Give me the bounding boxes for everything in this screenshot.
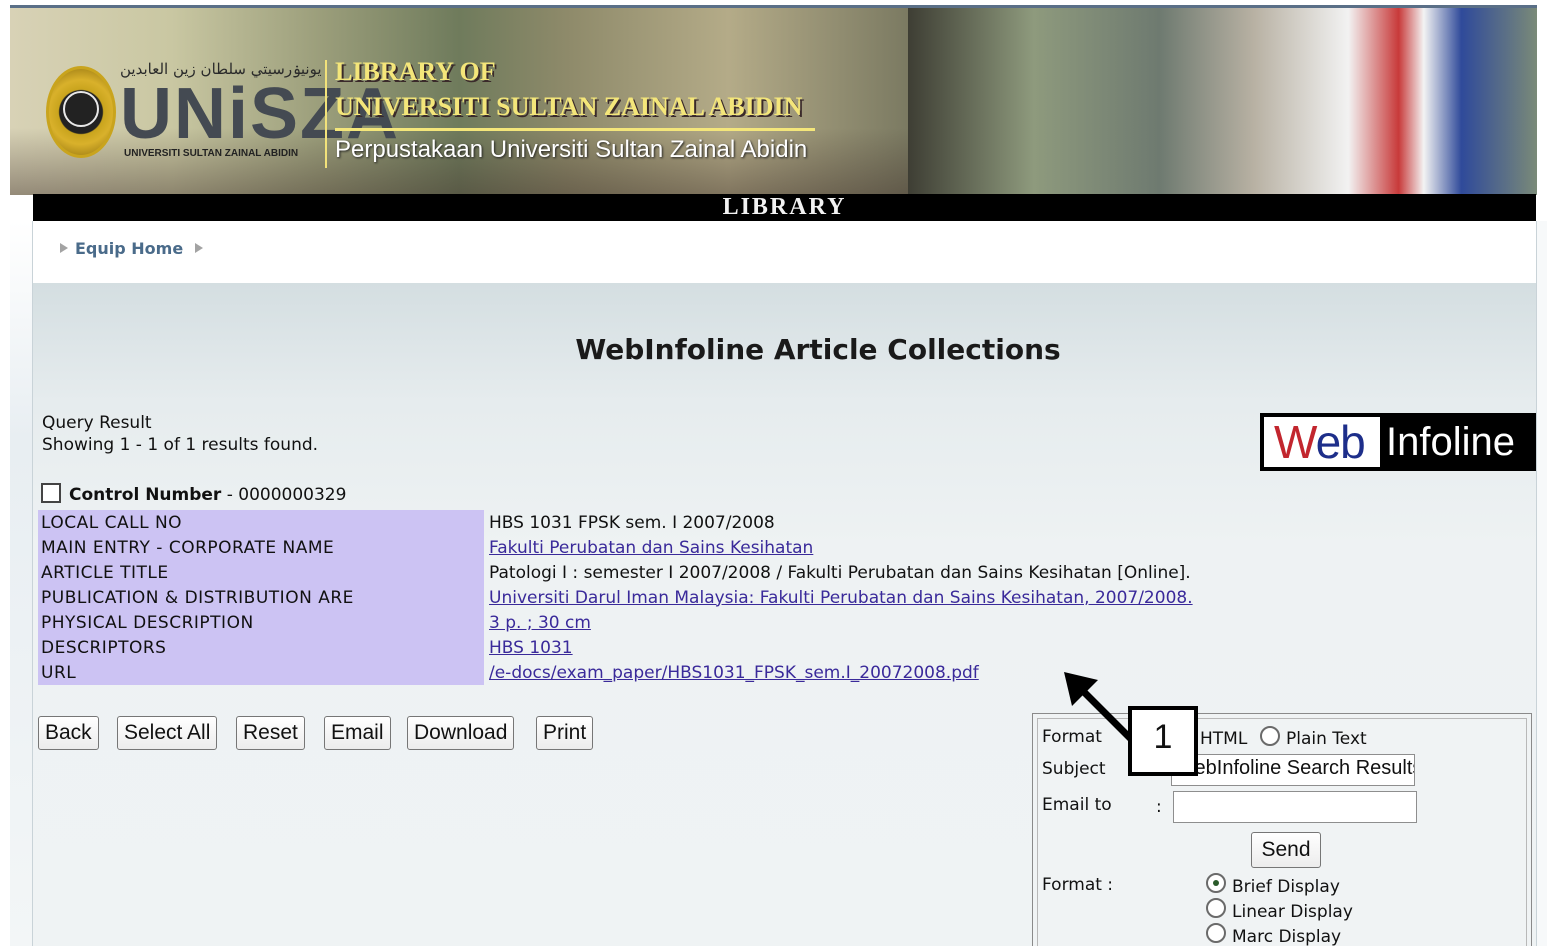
record-field-value-cell: HBS 1031 FPSK sem. I 2007/2008 bbox=[484, 510, 1328, 535]
email-to-colon: : bbox=[1156, 797, 1162, 817]
record-field-value-cell: Fakulti Perubatan dan Sains Kesihatan bbox=[484, 535, 1328, 560]
university-seal-icon bbox=[46, 66, 116, 158]
record-row: PUBLICATION & DISTRIBUTION ARE Universiti… bbox=[38, 585, 1328, 610]
left-frame bbox=[10, 221, 33, 946]
subject-label: Subject bbox=[1042, 759, 1106, 779]
record-row: PHYSICAL DESCRIPTION 3 p. ; 30 cm bbox=[38, 610, 1328, 635]
breadcrumb-arrow-icon bbox=[195, 243, 203, 253]
banner-title-line1: LIBRARY OF bbox=[335, 57, 496, 86]
email-to-label: Email to bbox=[1042, 795, 1112, 815]
record-field-value: HBS 1031 FPSK sem. I 2007/2008 bbox=[489, 512, 775, 533]
email-button[interactable]: Email bbox=[324, 716, 391, 750]
format-plain-label: Plain Text bbox=[1286, 729, 1367, 749]
record-row: DESCRIPTORS HBS 1031 bbox=[38, 635, 1328, 660]
reset-button[interactable]: Reset bbox=[236, 716, 305, 750]
record-field-label: URL bbox=[38, 660, 484, 685]
format-plain-radio[interactable] bbox=[1260, 726, 1280, 746]
record-field-link[interactable]: Universiti Darul Iman Malaysia: Fakulti … bbox=[489, 588, 1193, 608]
send-button[interactable]: Send bbox=[1251, 832, 1321, 868]
record-field-label: PHYSICAL DESCRIPTION bbox=[38, 610, 484, 635]
webinfoline-logo-web-box: Web bbox=[1264, 417, 1380, 467]
webinfoline-logo: Web Infoline bbox=[1260, 413, 1536, 471]
right-frame bbox=[1536, 221, 1547, 946]
banner-photo-right bbox=[908, 8, 1537, 195]
record-field-label: ARTICLE TITLE bbox=[38, 560, 484, 585]
record-field-value: Patologi I : semester I 2007/2008 / Faku… bbox=[489, 562, 1191, 583]
unisza-logo-subtext: UNIVERSITI SULTAN ZAINAL ABIDIN bbox=[124, 148, 299, 159]
download-button[interactable]: Download bbox=[407, 716, 515, 750]
breadcrumb-home-link[interactable]: Equip Home bbox=[75, 239, 183, 258]
control-number-label: Control Number bbox=[69, 485, 222, 505]
record-field-value-cell: HBS 1031 bbox=[484, 635, 1328, 660]
display-format-label: Format : bbox=[1042, 875, 1114, 895]
banner-title-line3: Perpustakaan Universiti Sultan Zainal Ab… bbox=[335, 136, 808, 163]
control-number-value: - 0000000329 bbox=[221, 485, 347, 505]
annotation-callout: 1 bbox=[1128, 706, 1198, 776]
webinfoline-logo-infoline: Infoline bbox=[1386, 420, 1515, 464]
display-format-option-label: Marc Display bbox=[1232, 927, 1342, 946]
display-format-radio[interactable] bbox=[1206, 923, 1226, 943]
header-banner: يونيۏرسيتي سلطان زين العابدين UNiSZA UNI… bbox=[10, 5, 1537, 195]
display-format-radio[interactable] bbox=[1206, 873, 1226, 893]
record-control-number: Control Number - 0000000329 bbox=[69, 485, 346, 505]
record-row: LOCAL CALL NO HBS 1031 FPSK sem. I 2007/2… bbox=[38, 510, 1328, 535]
record-field-value-cell: Universiti Darul Iman Malaysia: Fakulti … bbox=[484, 585, 1328, 610]
breadcrumb: Equip Home bbox=[33, 221, 1536, 283]
record-field-value-cell: Patologi I : semester I 2007/2008 / Faku… bbox=[484, 560, 1328, 585]
display-format-option-label: Linear Display bbox=[1232, 902, 1353, 922]
record-field-link[interactable]: HBS 1031 bbox=[489, 638, 573, 658]
format-html-label: HTML bbox=[1200, 729, 1248, 749]
record-field-label: MAIN ENTRY - CORPORATE NAME bbox=[38, 535, 484, 560]
record-field-link[interactable]: Fakulti Perubatan dan Sains Kesihatan bbox=[489, 538, 813, 558]
banner-divider bbox=[325, 60, 327, 168]
record-row: ARTICLE TITLE Patologi I : semester I 200… bbox=[38, 560, 1328, 585]
email-to-input[interactable] bbox=[1173, 791, 1417, 823]
print-button[interactable]: Print bbox=[536, 716, 594, 750]
record-field-label: LOCAL CALL NO bbox=[38, 510, 484, 535]
main-content: WebInfoline Article Collections Query Re… bbox=[33, 283, 1536, 946]
banner-title-rule bbox=[335, 128, 815, 131]
record-row: MAIN ENTRY - CORPORATE NAME Fakulti Perub… bbox=[38, 535, 1328, 560]
record-field-label: PUBLICATION & DISTRIBUTION ARE bbox=[38, 585, 484, 610]
record-field-value-cell: /e-docs/exam_paper/HBS1031_FPSK_sem.I_20… bbox=[484, 660, 1328, 685]
back-button[interactable]: Back bbox=[38, 716, 99, 750]
record-field-link[interactable]: 3 p. ; 30 cm bbox=[489, 613, 591, 633]
query-result-label: Query Result bbox=[42, 413, 152, 433]
seal-emblem-icon bbox=[63, 91, 99, 127]
banner-title-line2: UNIVERSITI SULTAN ZAINAL ABIDIN bbox=[335, 92, 803, 121]
library-bar: LIBRARY bbox=[33, 194, 1536, 221]
display-format-radio[interactable] bbox=[1206, 898, 1226, 918]
page-title: WebInfoline Article Collections bbox=[575, 333, 1061, 366]
record-field-link[interactable]: /e-docs/exam_paper/HBS1031_FPSK_sem.I_20… bbox=[489, 663, 979, 683]
record-field-label: DESCRIPTORS bbox=[38, 635, 484, 660]
annotation-number: 1 bbox=[1153, 718, 1173, 756]
record-table: LOCAL CALL NO HBS 1031 FPSK sem. I 2007/2… bbox=[38, 510, 1328, 685]
breadcrumb-arrow-icon bbox=[60, 243, 68, 253]
select-all-button[interactable]: Select All bbox=[117, 716, 218, 750]
record-select-checkbox[interactable] bbox=[41, 483, 61, 503]
display-format-option-label: Brief Display bbox=[1232, 877, 1340, 897]
subject-input[interactable]: WebInfoline Search Results bbox=[1171, 754, 1415, 786]
library-bar-label: LIBRARY bbox=[722, 194, 847, 220]
record-field-value-cell: 3 p. ; 30 cm bbox=[484, 610, 1328, 635]
query-result-count: Showing 1 - 1 of 1 results found. bbox=[42, 435, 319, 455]
webinfoline-logo-web: Web bbox=[1274, 416, 1366, 468]
